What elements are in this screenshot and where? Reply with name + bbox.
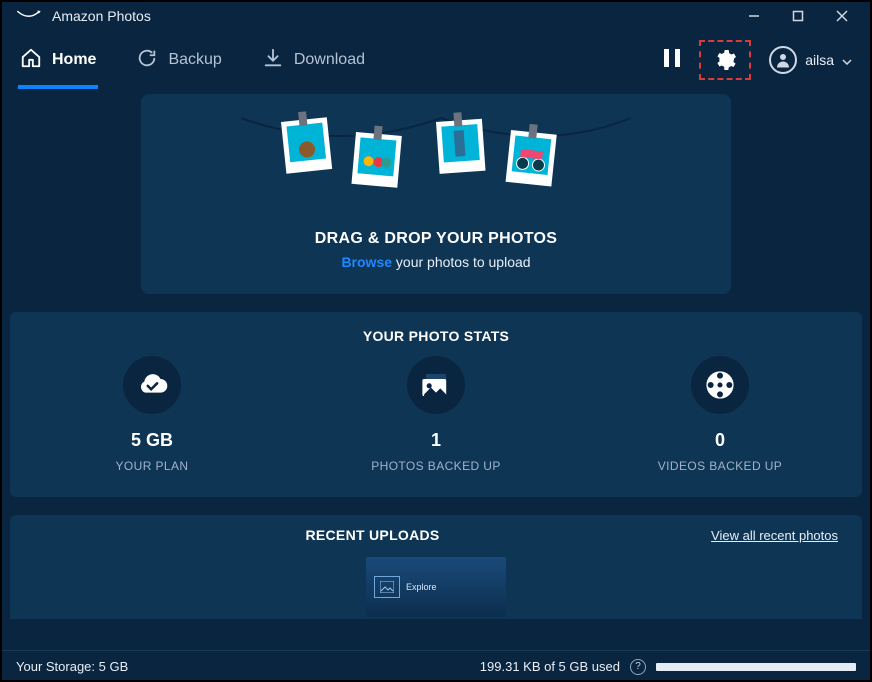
stat-videos: 0 VIDEOS BACKED UP [578, 356, 862, 473]
home-icon [20, 47, 42, 74]
nav-right: ailsa [663, 40, 852, 80]
avatar-icon [769, 46, 797, 74]
amazon-smile-icon [16, 8, 42, 25]
recent-thumbnail[interactable]: Explore [366, 557, 506, 617]
recent-thumb-caption: Explore [406, 582, 437, 592]
gear-icon [713, 48, 737, 72]
stat-videos-label: VIDEOS BACKED UP [658, 459, 782, 473]
recent-uploads-panel: RECENT UPLOADS View all recent photos Ex… [10, 515, 862, 619]
maximize-button[interactable] [776, 0, 820, 32]
tab-download[interactable]: Download [262, 32, 365, 88]
storage-progress-bar [656, 663, 856, 671]
stats-panel: YOUR PHOTO STATS 5 GB YOUR PLAN 1 PHOTOS… [10, 312, 862, 497]
tab-backup-label: Backup [168, 51, 221, 69]
photos-stack-icon [407, 356, 465, 414]
hanging-photos-illustration [141, 104, 731, 214]
storage-usage-text: 199.31 KB of 5 GB used [480, 659, 620, 674]
browse-link[interactable]: Browse [341, 254, 392, 270]
tab-home[interactable]: Home [20, 32, 96, 88]
chevron-down-icon [842, 52, 852, 68]
titlebar: Amazon Photos [0, 0, 872, 32]
download-icon [262, 47, 284, 74]
app-title: Amazon Photos [52, 8, 151, 24]
account-menu[interactable]: ailsa [769, 46, 852, 74]
cloud-check-icon [123, 356, 181, 414]
storage-label: Your Storage: 5 GB [16, 659, 128, 674]
app-logo: Amazon Photos [16, 8, 151, 25]
drop-zone[interactable]: DRAG & DROP YOUR PHOTOS Browse your phot… [141, 94, 731, 294]
tab-backup[interactable]: Backup [136, 32, 221, 88]
help-icon[interactable]: ? [630, 659, 646, 675]
stat-plan: 5 GB YOUR PLAN [10, 356, 294, 473]
stat-photos-label: PHOTOS BACKED UP [371, 459, 501, 473]
stat-photos-value: 1 [431, 430, 441, 451]
main-content: DRAG & DROP YOUR PHOTOS Browse your phot… [0, 88, 872, 650]
username-label: ailsa [805, 52, 834, 68]
stats-heading: YOUR PHOTO STATS [10, 328, 862, 344]
drop-subtitle: Browse your photos to upload [341, 254, 530, 270]
settings-button[interactable] [699, 40, 751, 80]
window-controls [732, 0, 864, 32]
film-reel-icon [691, 356, 749, 414]
tab-home-label: Home [52, 51, 96, 69]
drop-subtitle-suffix: your photos to upload [392, 254, 531, 270]
photo-icon [374, 576, 400, 598]
refresh-icon [136, 47, 158, 74]
close-button[interactable] [820, 0, 864, 32]
recent-heading: RECENT UPLOADS [305, 527, 439, 543]
navbar: Home Backup Download ailsa [0, 32, 872, 88]
tab-download-label: Download [294, 51, 365, 69]
stat-plan-label: YOUR PLAN [116, 459, 189, 473]
stat-plan-value: 5 GB [131, 430, 173, 451]
drop-title: DRAG & DROP YOUR PHOTOS [315, 230, 558, 248]
minimize-button[interactable] [732, 0, 776, 32]
status-bar: Your Storage: 5 GB 199.31 KB of 5 GB use… [0, 650, 872, 682]
stat-photos: 1 PHOTOS BACKED UP [294, 356, 578, 473]
stat-videos-value: 0 [715, 430, 725, 451]
view-all-recent-link[interactable]: View all recent photos [711, 528, 838, 543]
pause-button[interactable] [663, 48, 681, 73]
